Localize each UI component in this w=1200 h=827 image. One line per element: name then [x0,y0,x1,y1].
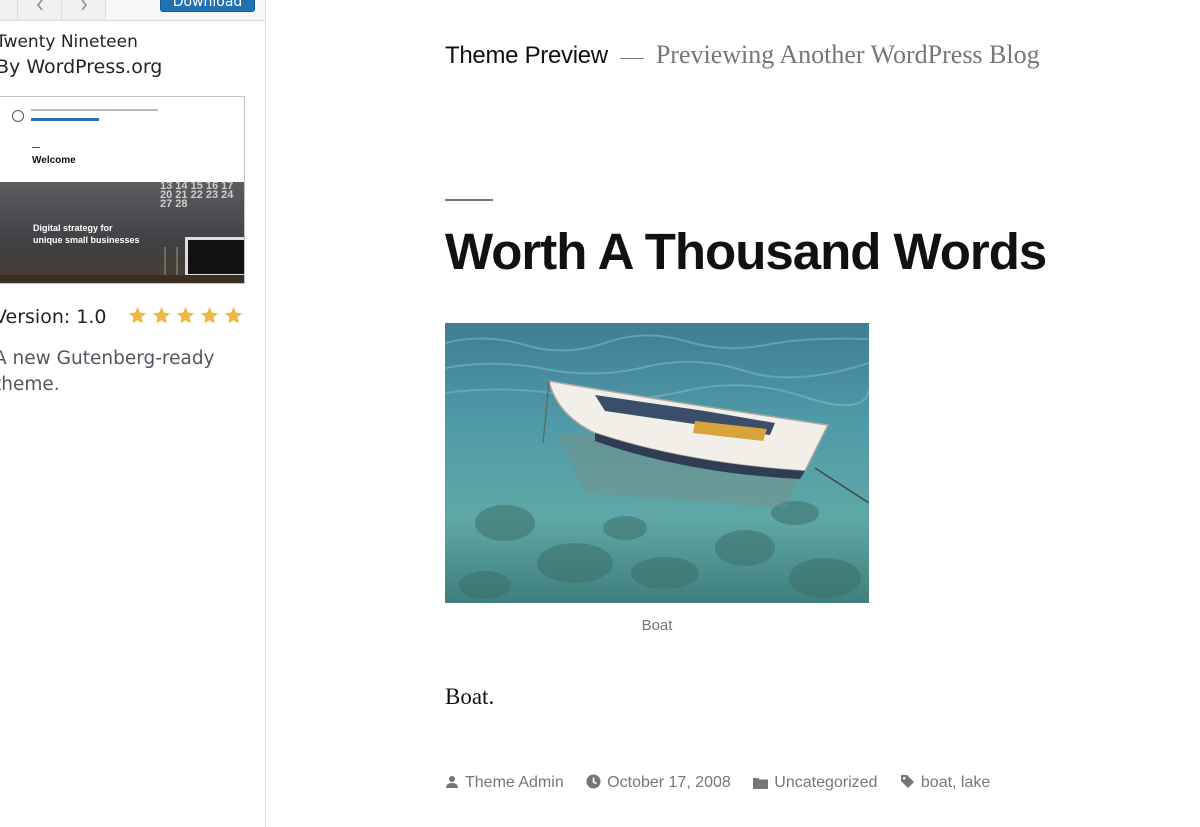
author-link[interactable]: Theme Admin [465,774,564,791]
star-icon [176,306,195,324]
previous-theme-button[interactable] [18,0,62,20]
screenshot-monitor [185,237,244,277]
folder-icon [753,778,769,789]
site-branding: Theme Preview Previewing Another WordPres… [445,40,1040,70]
clock-icon [586,774,601,789]
screenshot-desk [0,275,244,283]
tags-link[interactable]: boat, lake [921,774,990,791]
wordpress-logo-icon [12,110,24,122]
boat-photo [445,323,869,603]
screenshot-welcome-text: Welcome [32,155,76,166]
person-icon [446,776,458,788]
next-theme-button[interactable] [62,0,106,20]
collapse-button[interactable] [0,0,18,20]
header-separator [619,58,644,59]
site-description: Previewing Another WordPress Blog [655,40,1040,69]
theme-description: A new Gutenberg-ready theme. [0,348,215,395]
star-icon [200,306,219,324]
post-image-boat [445,323,869,603]
theme-screenshot: Welcome 13 14 15 16 17 20 21 22 23 24 27… [0,96,245,284]
theme-name: Twenty Nineteen [0,32,138,52]
post-title: Worth A Thousand Words [445,223,1047,280]
theme-author: By WordPress.org [0,56,163,78]
image-caption: Boat [641,617,673,634]
chevron-right-icon [80,0,87,10]
post-category: Uncategorized [753,774,877,792]
theme-preview-frame: Theme Preview Previewing Another WordPres… [266,0,1200,827]
chevron-left-icon [36,0,43,10]
screenshot-headline-line-1: Digital strategy for [33,223,113,233]
star-icon [128,306,147,324]
title-divider [445,199,493,201]
date-link[interactable]: October 17, 2008 [607,774,731,791]
category-link[interactable]: Uncategorized [774,774,877,791]
post-author: Theme Admin [445,774,564,792]
screenshot-calendar: 13 14 15 16 17 20 21 22 23 24 27 28 [160,180,234,210]
screenshot-plant [164,247,178,277]
post-meta: Theme Admin October 17, 2008 Uncategoriz… [445,774,1008,792]
tag-icon [900,775,914,788]
screenshot-headline: Digital strategy for unique small busine… [33,222,163,246]
star-icon [152,306,171,324]
post-content: Boat. [445,684,495,709]
screenshot-headline-line-2: unique small businesses [33,235,140,245]
theme-details-sidebar: Download Twenty Nineteen By WordPress.or… [0,0,266,827]
post-date: October 17, 2008 [586,774,731,792]
screenshot-header-area: Welcome [0,97,244,182]
sidebar-toolbar: Download [0,0,265,21]
post-tags: boat, lake [900,774,990,792]
theme-version: Version: 1.0 [0,306,107,328]
star-icon [224,306,243,324]
site-title[interactable]: Theme Preview [445,42,608,69]
star-rating [128,306,248,328]
download-button[interactable]: Download [160,0,255,12]
